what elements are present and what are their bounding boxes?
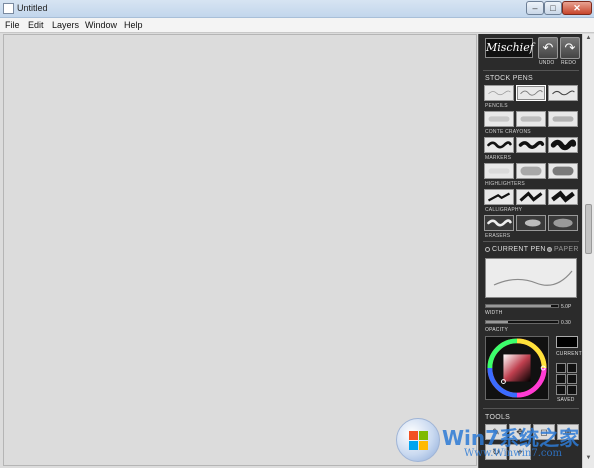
brush-tool-button[interactable]: ✎: [485, 424, 507, 440]
pencils-label: PENCILS: [485, 103, 508, 109]
calligraphy-label: CALLIGRAPHY: [485, 207, 523, 213]
conte-hard-button[interactable]: [548, 111, 578, 127]
saved-color-slot[interactable]: [556, 385, 566, 395]
paper-label: PAPER: [554, 246, 579, 253]
markers-label: MARKERS: [485, 155, 512, 161]
eyedropper-tool-button[interactable]: ⌖: [509, 444, 531, 460]
redo-label: REDO: [561, 60, 577, 66]
opacity-slider-fill: [486, 321, 508, 323]
saved-color-slot[interactable]: [567, 385, 577, 395]
saved-color-slot[interactable]: [567, 374, 577, 384]
conte-crayons-label: CONTE CRAYONS: [485, 129, 531, 135]
width-label: WIDTH: [485, 310, 503, 316]
saved-colors-label: SAVED: [557, 397, 575, 403]
saved-colors-grid: [556, 363, 578, 395]
eraser-soft-button[interactable]: [516, 215, 546, 231]
width-value: 5.0P: [561, 304, 572, 310]
marker-thick-button[interactable]: [548, 137, 578, 153]
menu-edit[interactable]: Edit: [28, 20, 44, 30]
minimize-button[interactable]: –: [526, 1, 544, 15]
conte-medium-button[interactable]: [516, 111, 546, 127]
current-color-label: CURRENT: [556, 351, 582, 357]
rotate-tool-button[interactable]: ↻: [485, 444, 507, 460]
menu-help[interactable]: Help: [124, 20, 143, 30]
tool-panel: Mischief ↶ ↷ UNDO REDO STOCK PENS PENCIL…: [478, 34, 582, 468]
undo-button[interactable]: ↶: [538, 37, 558, 59]
divider: [483, 241, 579, 242]
highlighter-medium-button[interactable]: [516, 163, 546, 179]
app-window: Untitled – □ ✕ File Edit Layers Window H…: [0, 0, 594, 468]
opacity-label: OPACITY: [485, 327, 508, 333]
zoom-tool-button[interactable]: ⊕: [557, 424, 579, 440]
opacity-value: 0.30: [561, 320, 571, 326]
highlighter-light-button[interactable]: [484, 163, 514, 179]
width-slider[interactable]: [485, 304, 559, 308]
saved-color-slot[interactable]: [556, 363, 566, 373]
scroll-up-arrow-icon[interactable]: ▲: [584, 35, 593, 45]
erasers-label: ERASERS: [485, 233, 511, 239]
title-bar: Untitled – □ ✕: [0, 0, 594, 18]
color-wheel[interactable]: [485, 336, 549, 400]
pen-preview: [485, 258, 577, 298]
stock-pens-title: STOCK PENS: [485, 75, 533, 82]
current-color-swatch[interactable]: [556, 336, 578, 348]
pencil-dark-button[interactable]: [548, 85, 578, 101]
width-slider-fill: [486, 305, 551, 307]
menu-file[interactable]: File: [5, 20, 20, 30]
maximize-button[interactable]: □: [544, 1, 562, 15]
scroll-down-arrow-icon[interactable]: ▼: [584, 455, 593, 465]
panel-scrollbar[interactable]: ▲ ▼: [582, 34, 594, 468]
tools-title: TOOLS: [485, 414, 511, 421]
current-pen-option[interactable]: CURRENT PEN: [485, 246, 546, 253]
close-button[interactable]: ✕: [562, 1, 592, 15]
menu-bar: File Edit Layers Window Help: [0, 18, 594, 33]
eraser-stroke-button[interactable]: [484, 215, 514, 231]
redo-button[interactable]: ↷: [560, 37, 580, 59]
calligraphy-thick-button[interactable]: [548, 189, 578, 205]
marker-medium-button[interactable]: [516, 137, 546, 153]
menu-layers[interactable]: Layers: [52, 20, 79, 30]
pan-tool-button[interactable]: ✥: [509, 424, 531, 440]
saved-color-slot[interactable]: [567, 363, 577, 373]
pencil-thin-button[interactable]: [484, 85, 514, 101]
scroll-thumb[interactable]: [585, 204, 592, 254]
menu-window[interactable]: Window: [85, 20, 117, 30]
calligraphy-medium-button[interactable]: [516, 189, 546, 205]
select-tool-button[interactable]: ◻: [533, 424, 555, 440]
divider: [483, 408, 579, 409]
highlighters-label: HIGHLIGHTERS: [485, 181, 525, 187]
divider: [483, 70, 579, 71]
opacity-slider[interactable]: [485, 320, 559, 324]
app-icon: [3, 3, 14, 14]
undo-label: UNDO: [539, 60, 555, 66]
calligraphy-thin-button[interactable]: [484, 189, 514, 205]
marker-thin-button[interactable]: [484, 137, 514, 153]
radio-icon: [485, 246, 490, 252]
drawing-canvas[interactable]: [3, 34, 477, 466]
conte-soft-button[interactable]: [484, 111, 514, 127]
current-pen-label: CURRENT PEN: [492, 246, 546, 253]
highlighter-dark-button[interactable]: [548, 163, 578, 179]
window-title: Untitled: [17, 3, 48, 13]
mischief-logo: Mischief: [485, 38, 534, 58]
eraser-hard-button[interactable]: [548, 215, 578, 231]
radio-icon: [547, 246, 552, 252]
pencil-medium-button[interactable]: [516, 85, 546, 101]
saved-color-slot[interactable]: [556, 374, 566, 384]
paper-option[interactable]: PAPER: [547, 246, 579, 253]
